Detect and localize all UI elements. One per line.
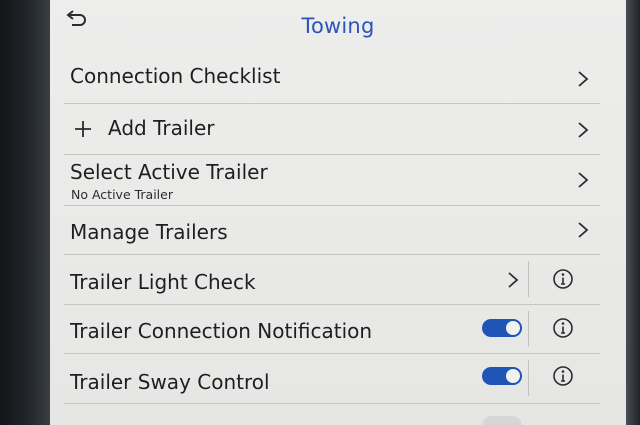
trailer-connection-notification-row[interactable]: Trailer Connection Notification [64, 305, 600, 354]
screen-bezel-right [626, 0, 640, 425]
info-icon[interactable] [552, 365, 574, 387]
chevron-right-icon [508, 272, 519, 288]
toggle-partial [482, 416, 522, 425]
divider [528, 261, 529, 297]
trailer-sway-control-toggle[interactable] [482, 367, 522, 385]
screen-bezel-left [0, 0, 50, 425]
divider [528, 311, 529, 347]
divider [528, 360, 529, 396]
select-active-trailer-row[interactable]: Select Active Trailer No Active Trailer [64, 155, 600, 206]
chevron-right-icon [578, 71, 589, 87]
info-icon[interactable] [552, 268, 574, 290]
trailer-light-check-row[interactable]: Trailer Light Check [64, 255, 600, 305]
connection-checklist-row[interactable]: Connection Checklist [64, 52, 600, 104]
active-trailer-status: No Active Trailer [71, 187, 173, 202]
next-row-partial[interactable] [64, 404, 600, 425]
add-trailer-label: Add Trailer [108, 116, 215, 140]
manage-trailers-row[interactable]: Manage Trailers [64, 206, 600, 255]
toggle-knob [506, 369, 520, 383]
select-active-trailer-label: Select Active Trailer [70, 160, 268, 184]
trailer-sway-control-label: Trailer Sway Control [70, 370, 270, 394]
page-title: Towing [301, 14, 375, 38]
info-icon[interactable] [552, 317, 574, 339]
toggle-knob [506, 321, 520, 335]
chevron-right-icon [578, 222, 589, 238]
chevron-right-icon [578, 172, 589, 188]
trailer-connection-notification-toggle[interactable] [482, 319, 522, 337]
trailer-connection-notification-label: Trailer Connection Notification [70, 319, 373, 343]
manage-trailers-label: Manage Trailers [70, 220, 228, 244]
chevron-right-icon [578, 122, 589, 138]
trailer-light-check-label: Trailer Light Check [70, 270, 256, 294]
towing-screen: Towing Connection Checklist Add Trailer … [50, 0, 626, 425]
connection-checklist-label: Connection Checklist [70, 64, 281, 88]
plus-icon [75, 121, 91, 137]
trailer-sway-control-row[interactable]: Trailer Sway Control [64, 354, 600, 404]
add-trailer-row[interactable]: Add Trailer [64, 104, 600, 155]
